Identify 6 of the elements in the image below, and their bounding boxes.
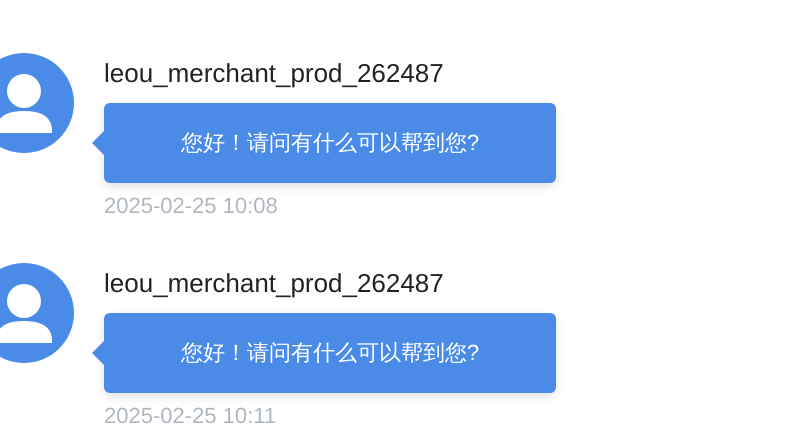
message-bubble: 您好！请问有什么可以帮到您? — [104, 103, 556, 183]
sender-name: leou_merchant_prod_262487 — [104, 268, 444, 298]
sender-name: leou_merchant_prod_262487 — [104, 58, 444, 88]
message-time: 2025-02-25 10:11 — [104, 402, 276, 430]
message-time: 2025-02-25 10:08 — [104, 192, 278, 220]
message-bubble: 您好！请问有什么可以帮到您? — [104, 313, 556, 393]
